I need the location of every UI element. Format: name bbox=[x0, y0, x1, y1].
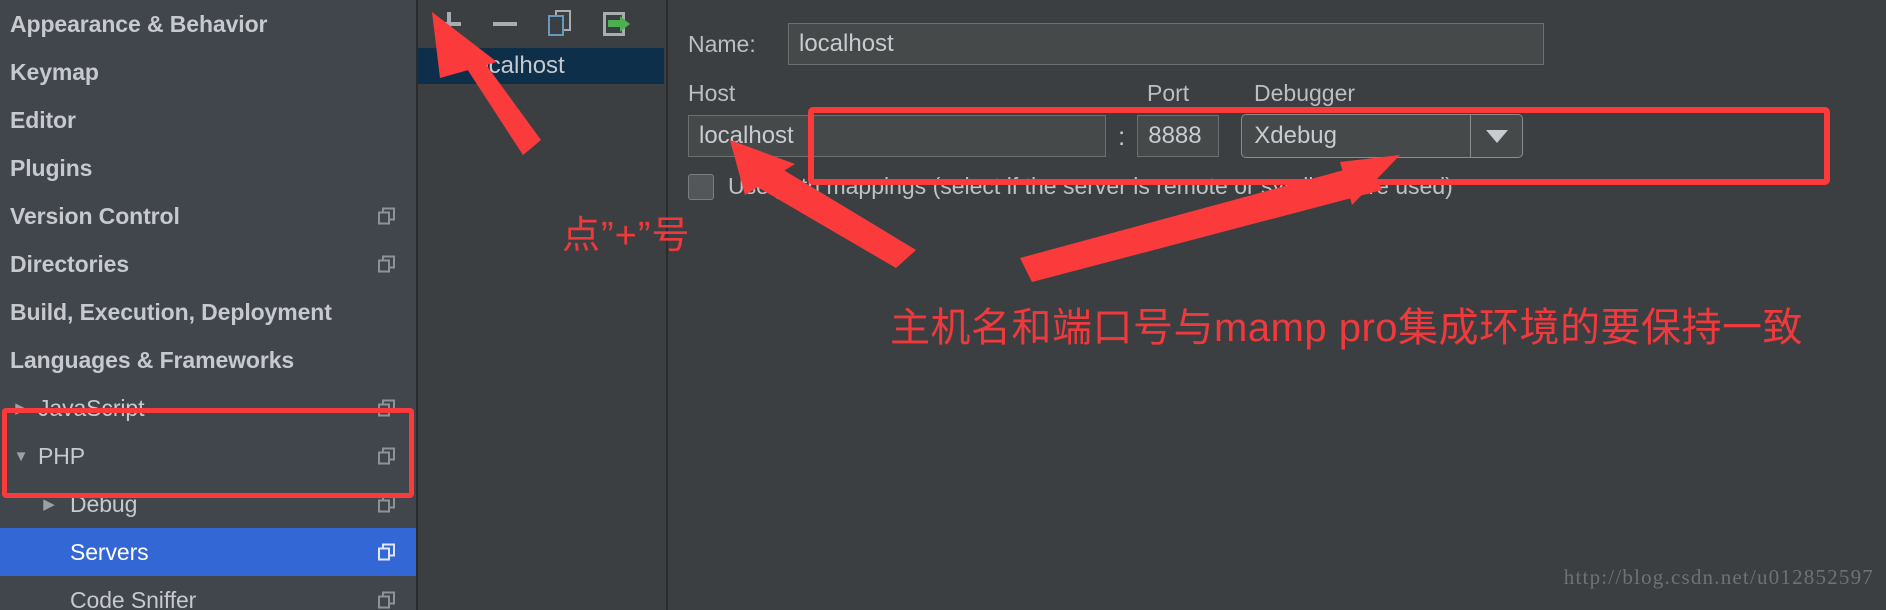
host-port-debugger-row: : Xdebug bbox=[688, 114, 1524, 158]
chevron-right-icon[interactable]: ▶ bbox=[38, 497, 60, 512]
import-server-button[interactable] bbox=[602, 9, 632, 39]
sidebar-item-label: Build, Execution, Deployment bbox=[10, 298, 332, 325]
sidebar-item-label: Editor bbox=[10, 106, 76, 133]
sidebar-item-label: Languages & Frameworks bbox=[10, 346, 295, 373]
server-items-container: localhost bbox=[418, 48, 664, 84]
sidebar-item-label: JavaScript bbox=[38, 394, 145, 421]
debugger-selected-value: Xdebug bbox=[1254, 122, 1337, 149]
host-input[interactable] bbox=[688, 115, 1106, 157]
remove-server-button[interactable] bbox=[490, 9, 520, 39]
sidebar-item-label: Servers bbox=[70, 538, 149, 565]
copy-settings-icon[interactable] bbox=[378, 255, 395, 273]
host-label: Host bbox=[688, 80, 736, 106]
sidebar-item-label: PHP bbox=[38, 442, 85, 469]
chevron-down-icon[interactable]: ▼ bbox=[10, 449, 32, 464]
copy-settings-icon[interactable] bbox=[378, 495, 395, 513]
sidebar-item-label: Keymap bbox=[10, 58, 99, 85]
server-list-item[interactable]: localhost bbox=[418, 48, 664, 84]
settings-dialog: Appearance & Behavior Keymap Editor Plugins… bbox=[0, 0, 1886, 610]
watermark: http://blog.csdn.net/u012852597 bbox=[1563, 565, 1874, 589]
chevron-right-icon[interactable]: ▶ bbox=[10, 401, 32, 416]
copy-icon-front-sheet bbox=[548, 15, 564, 36]
sidebar-item-label: Directories bbox=[10, 250, 130, 277]
copy-settings-icon[interactable] bbox=[378, 591, 395, 609]
sidebar-item-label: Appearance & Behavior bbox=[10, 10, 268, 37]
port-label: Port bbox=[1147, 80, 1190, 106]
copy-settings-icon[interactable] bbox=[378, 447, 395, 465]
name-row: Name: bbox=[688, 23, 1544, 65]
use-path-mappings-label: Use path mappings (select if the server … bbox=[728, 173, 1453, 199]
host-port-separator: : bbox=[1118, 120, 1126, 151]
host-port-debugger-labels: Host Port Debugger bbox=[688, 80, 1868, 112]
copy-settings-icon[interactable] bbox=[378, 207, 395, 225]
debugger-select[interactable]: Xdebug bbox=[1241, 114, 1524, 158]
debugger-label: Debugger bbox=[1254, 80, 1356, 106]
sidebar-item-label: Code Sniffer bbox=[70, 586, 197, 610]
server-list-item-label: localhost bbox=[470, 52, 565, 79]
use-path-mappings-checkbox[interactable] bbox=[688, 173, 714, 200]
port-input[interactable] bbox=[1137, 115, 1220, 157]
server-list-panel: localhost bbox=[416, 0, 664, 610]
chevron-down-icon[interactable] bbox=[1470, 115, 1522, 157]
copy-server-button[interactable] bbox=[546, 9, 576, 39]
sidebar-item-label: Debug bbox=[70, 490, 138, 517]
server-detail-panel: Name: Host Port Debugger : Xdebug Use pa… bbox=[666, 0, 1886, 610]
use-path-mappings-row[interactable]: Use path mappings (select if the server … bbox=[688, 173, 1453, 200]
copy-settings-icon[interactable] bbox=[378, 543, 395, 561]
name-label: Name: bbox=[688, 30, 756, 57]
chevron-down-glyph bbox=[1485, 129, 1508, 143]
server-list-toolbar bbox=[418, 0, 664, 48]
copy-settings-icon[interactable] bbox=[378, 399, 395, 417]
import-icon-arrowhead bbox=[620, 16, 630, 32]
sidebar-item-label: Plugins bbox=[10, 154, 93, 181]
sidebar-item-label: Version Control bbox=[10, 202, 180, 229]
add-server-button[interactable] bbox=[434, 9, 464, 39]
name-input[interactable] bbox=[788, 23, 1544, 65]
